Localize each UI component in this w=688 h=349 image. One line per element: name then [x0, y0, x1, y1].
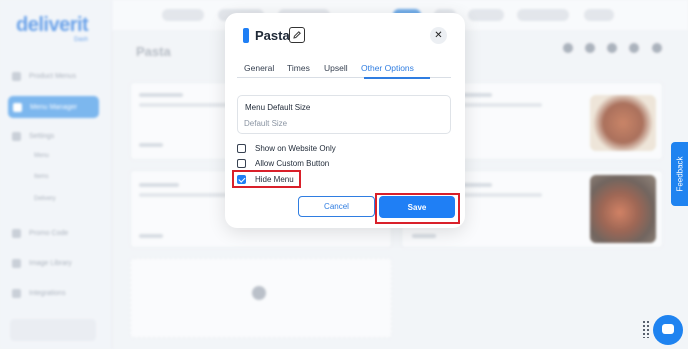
cancel-button[interactable]: Cancel	[298, 196, 375, 217]
chat-icon[interactable]	[653, 315, 683, 345]
tab-times[interactable]: Times	[287, 63, 310, 73]
show-on-website-only-checkbox[interactable]	[237, 143, 246, 153]
allow-custom-button-label: Allow Custom Button	[255, 158, 330, 168]
tab-general[interactable]: General	[244, 63, 274, 73]
tab-upsell[interactable]: Upsell	[324, 63, 348, 73]
modal-title: Pasta	[255, 28, 290, 43]
active-tab-indicator	[364, 77, 430, 79]
edit-icon[interactable]	[289, 27, 305, 43]
drag-handle-icon[interactable]	[642, 320, 650, 338]
category-color-marker	[243, 28, 249, 43]
feedback-label: Feedback	[675, 156, 684, 192]
save-highlight	[375, 193, 460, 224]
edit-category-modal: Pasta ✕ General Times Upsell Other Optio…	[225, 13, 465, 228]
hide-menu-highlight	[232, 170, 301, 188]
allow-custom-button-checkbox[interactable]	[237, 158, 246, 168]
show-on-website-only-option[interactable]: Show on Website Only	[237, 142, 336, 154]
close-icon[interactable]: ✕	[430, 27, 447, 44]
show-on-website-only-label: Show on Website Only	[255, 143, 336, 153]
tab-other-options[interactable]: Other Options	[361, 63, 414, 73]
menu-default-size-field: Menu Default Size	[237, 95, 451, 134]
feedback-tab[interactable]: Feedback	[671, 142, 688, 206]
menu-default-size-label: Menu Default Size	[245, 103, 311, 112]
allow-custom-button-option[interactable]: Allow Custom Button	[237, 157, 329, 169]
modal-tabs: General Times Upsell Other Options	[237, 60, 451, 79]
default-size-input[interactable]	[244, 116, 434, 130]
